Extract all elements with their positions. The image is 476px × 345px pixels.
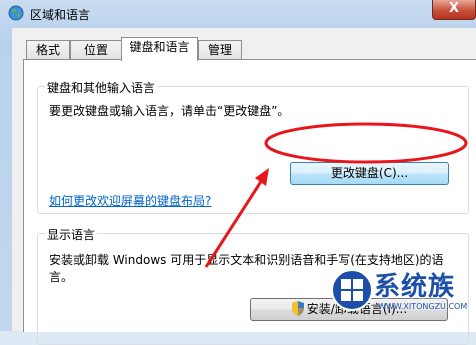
close-button[interactable]: X [432,0,476,20]
watermark-brand: 系统族 [374,272,456,302]
tab-location[interactable]: 位置 [70,40,122,60]
change-keyboards-button[interactable]: 更改键盘(C)... [290,162,449,185]
display-language-description-cont: 言。 [49,270,74,284]
globe-icon [8,5,24,21]
tab-formats[interactable]: 格式 [26,40,70,60]
title-bar[interactable]: 区域和语言 X [0,0,476,28]
site-watermark: 系统族 WWW.XITONGZU.COM [330,268,476,331]
watermark-url: WWW.XITONGZU.COM [378,302,468,311]
keyboard-group-title: 键盘和其他输入语言 [45,79,158,96]
display-language-title: 显示语言 [45,226,98,243]
tab-administrative[interactable]: 管理 [198,40,242,60]
window-title: 区域和语言 [30,8,91,22]
watermark-logo-icon [331,269,373,311]
uac-shield-icon [291,301,304,316]
keyboard-description: 要更改键盘或输入语言，请单击“更改键盘”。 [49,104,290,118]
welcome-screen-keyboard-link[interactable]: 如何更改欢迎屏幕的键盘布局? [49,192,211,209]
tab-keyboards-languages[interactable]: 键盘和语言 [121,37,198,61]
